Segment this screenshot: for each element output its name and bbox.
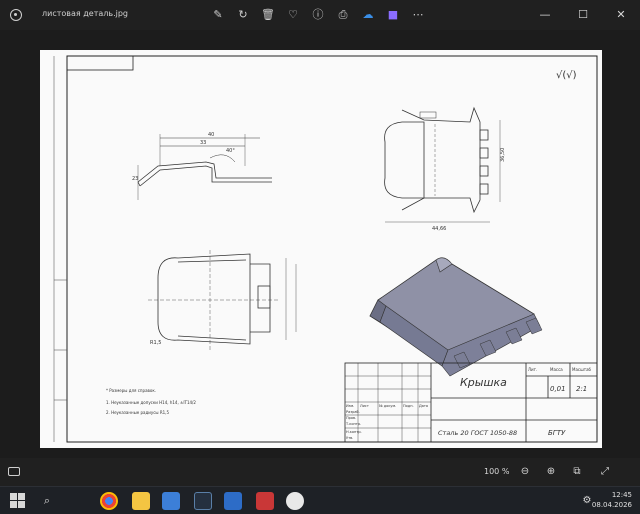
organization: БГТУ: [548, 429, 566, 437]
plan-view: [384, 106, 501, 223]
note-1: 1. Неуказанные допуски Н14, h14, ±IT14/2: [106, 400, 196, 405]
note-2: 2. Неуказанные радиусы R1,5: [106, 410, 169, 415]
zoom-in-icon[interactable]: ⊕: [544, 465, 558, 479]
tb-row-0: Изм.: [346, 404, 354, 408]
kompas-icon[interactable]: [224, 492, 242, 510]
image-viewer[interactable]: √(√) 40 33 40° 23 36,50 44,66 R1,5 * Раз…: [0, 30, 640, 458]
tb-scale-label: Масштаб: [572, 367, 592, 372]
photos-window: листовая деталь.jpg ✎ ↻ 🗑 ♡ ⓘ ⎙ ☁ ■ ⋯ — …: [0, 0, 640, 486]
file-explorer-icon[interactable]: [132, 492, 150, 510]
edit-icon[interactable]: ✎: [208, 6, 228, 24]
tb-row-3: Т.контр.: [345, 422, 361, 426]
dim-inner: 33: [200, 140, 206, 146]
technical-drawing: √(√) 40 33 40° 23 36,50 44,66 R1,5 * Раз…: [53, 55, 598, 443]
rotate-icon[interactable]: ↻: [233, 6, 253, 24]
dim-plan-width: 44,66: [432, 226, 446, 232]
start-button[interactable]: [9, 492, 27, 510]
minimize-button[interactable]: —: [526, 0, 564, 30]
tb-mass-label: Масса: [550, 367, 563, 372]
tb-col-date: Дата: [419, 404, 428, 408]
chrome-icon[interactable]: [100, 492, 118, 510]
clipchamp-icon[interactable]: ■: [383, 6, 403, 24]
dim-radius: R1,5: [150, 340, 161, 346]
acrobat-icon[interactable]: [256, 492, 274, 510]
onedrive-icon[interactable]: ☁: [358, 6, 378, 24]
delete-icon[interactable]: 🗑: [258, 6, 278, 24]
tb-row-1: Разраб.: [346, 410, 360, 414]
filmstrip-icon[interactable]: [8, 467, 20, 476]
files-icon[interactable]: [162, 492, 180, 510]
toolbar: ✎ ↻ 🗑 ♡ ⓘ ⎙ ☁ ■ ⋯: [208, 6, 428, 24]
roughness-mark: √(√): [556, 70, 577, 81]
viewer-bottom-bar: 100 % ⊖ ⊕ ⧉ ⤢: [0, 458, 640, 486]
tb-col-sheet: Лист: [360, 404, 369, 408]
dim-angle: 40°: [226, 148, 235, 154]
photos-app-icon: [10, 9, 22, 21]
favorite-icon[interactable]: ♡: [283, 6, 303, 24]
tb-row-2: Пров.: [346, 416, 356, 420]
dim-plan-height: 36,50: [500, 148, 506, 162]
tb-col-sign: Подп.: [403, 404, 414, 408]
taskbar: ⌕ ⚙ 12:45 08.04.2026: [0, 486, 640, 514]
terminal-icon[interactable]: [194, 492, 212, 510]
part-title: Крышка: [460, 376, 507, 389]
print-icon[interactable]: ⎙: [333, 6, 353, 24]
side-view: [148, 250, 297, 350]
tb-lit-label: Лит.: [528, 367, 537, 372]
fit-to-window-icon[interactable]: ⧉: [570, 465, 584, 479]
tb-row-4: Н.контр.: [346, 430, 362, 434]
drawing-sheet: √(√) 40 33 40° 23 36,50 44,66 R1,5 * Раз…: [40, 50, 602, 448]
title-bar: листовая деталь.jpg ✎ ↻ 🗑 ♡ ⓘ ⎙ ☁ ■ ⋯ — …: [0, 0, 640, 30]
info-icon[interactable]: ⓘ: [308, 6, 328, 24]
dim-top-width: 40: [208, 132, 214, 138]
search-icon[interactable]: ⌕: [38, 492, 56, 510]
camera-icon[interactable]: [286, 492, 304, 510]
close-button[interactable]: ✕: [602, 0, 640, 30]
tb-mass-value: 0,01: [550, 385, 566, 393]
clock-time: 12:45: [611, 491, 632, 499]
tb-col-doc: № докум.: [379, 404, 396, 408]
clock[interactable]: 12:45 08.04.2026: [592, 490, 632, 510]
part-material: Сталь 20 ГОСТ 1050-88: [438, 429, 517, 437]
zoom-level: 100 %: [484, 467, 510, 476]
zoom-out-icon[interactable]: ⊖: [518, 465, 532, 479]
dim-front-height: 23: [132, 176, 138, 182]
file-name: листовая деталь.jpg: [42, 9, 129, 18]
note-0: * Размеры для справок.: [106, 388, 156, 393]
more-icon[interactable]: ⋯: [408, 6, 428, 24]
window-controls: — ☐ ✕: [526, 0, 640, 30]
maximize-button[interactable]: ☐: [564, 0, 602, 30]
tb-row-5: Утв.: [346, 436, 353, 440]
isometric-view: [369, 257, 543, 377]
fullscreen-icon[interactable]: ⤢: [598, 465, 612, 479]
clock-date: 08.04.2026: [591, 501, 632, 509]
tb-scale-value: 2:1: [576, 385, 587, 393]
